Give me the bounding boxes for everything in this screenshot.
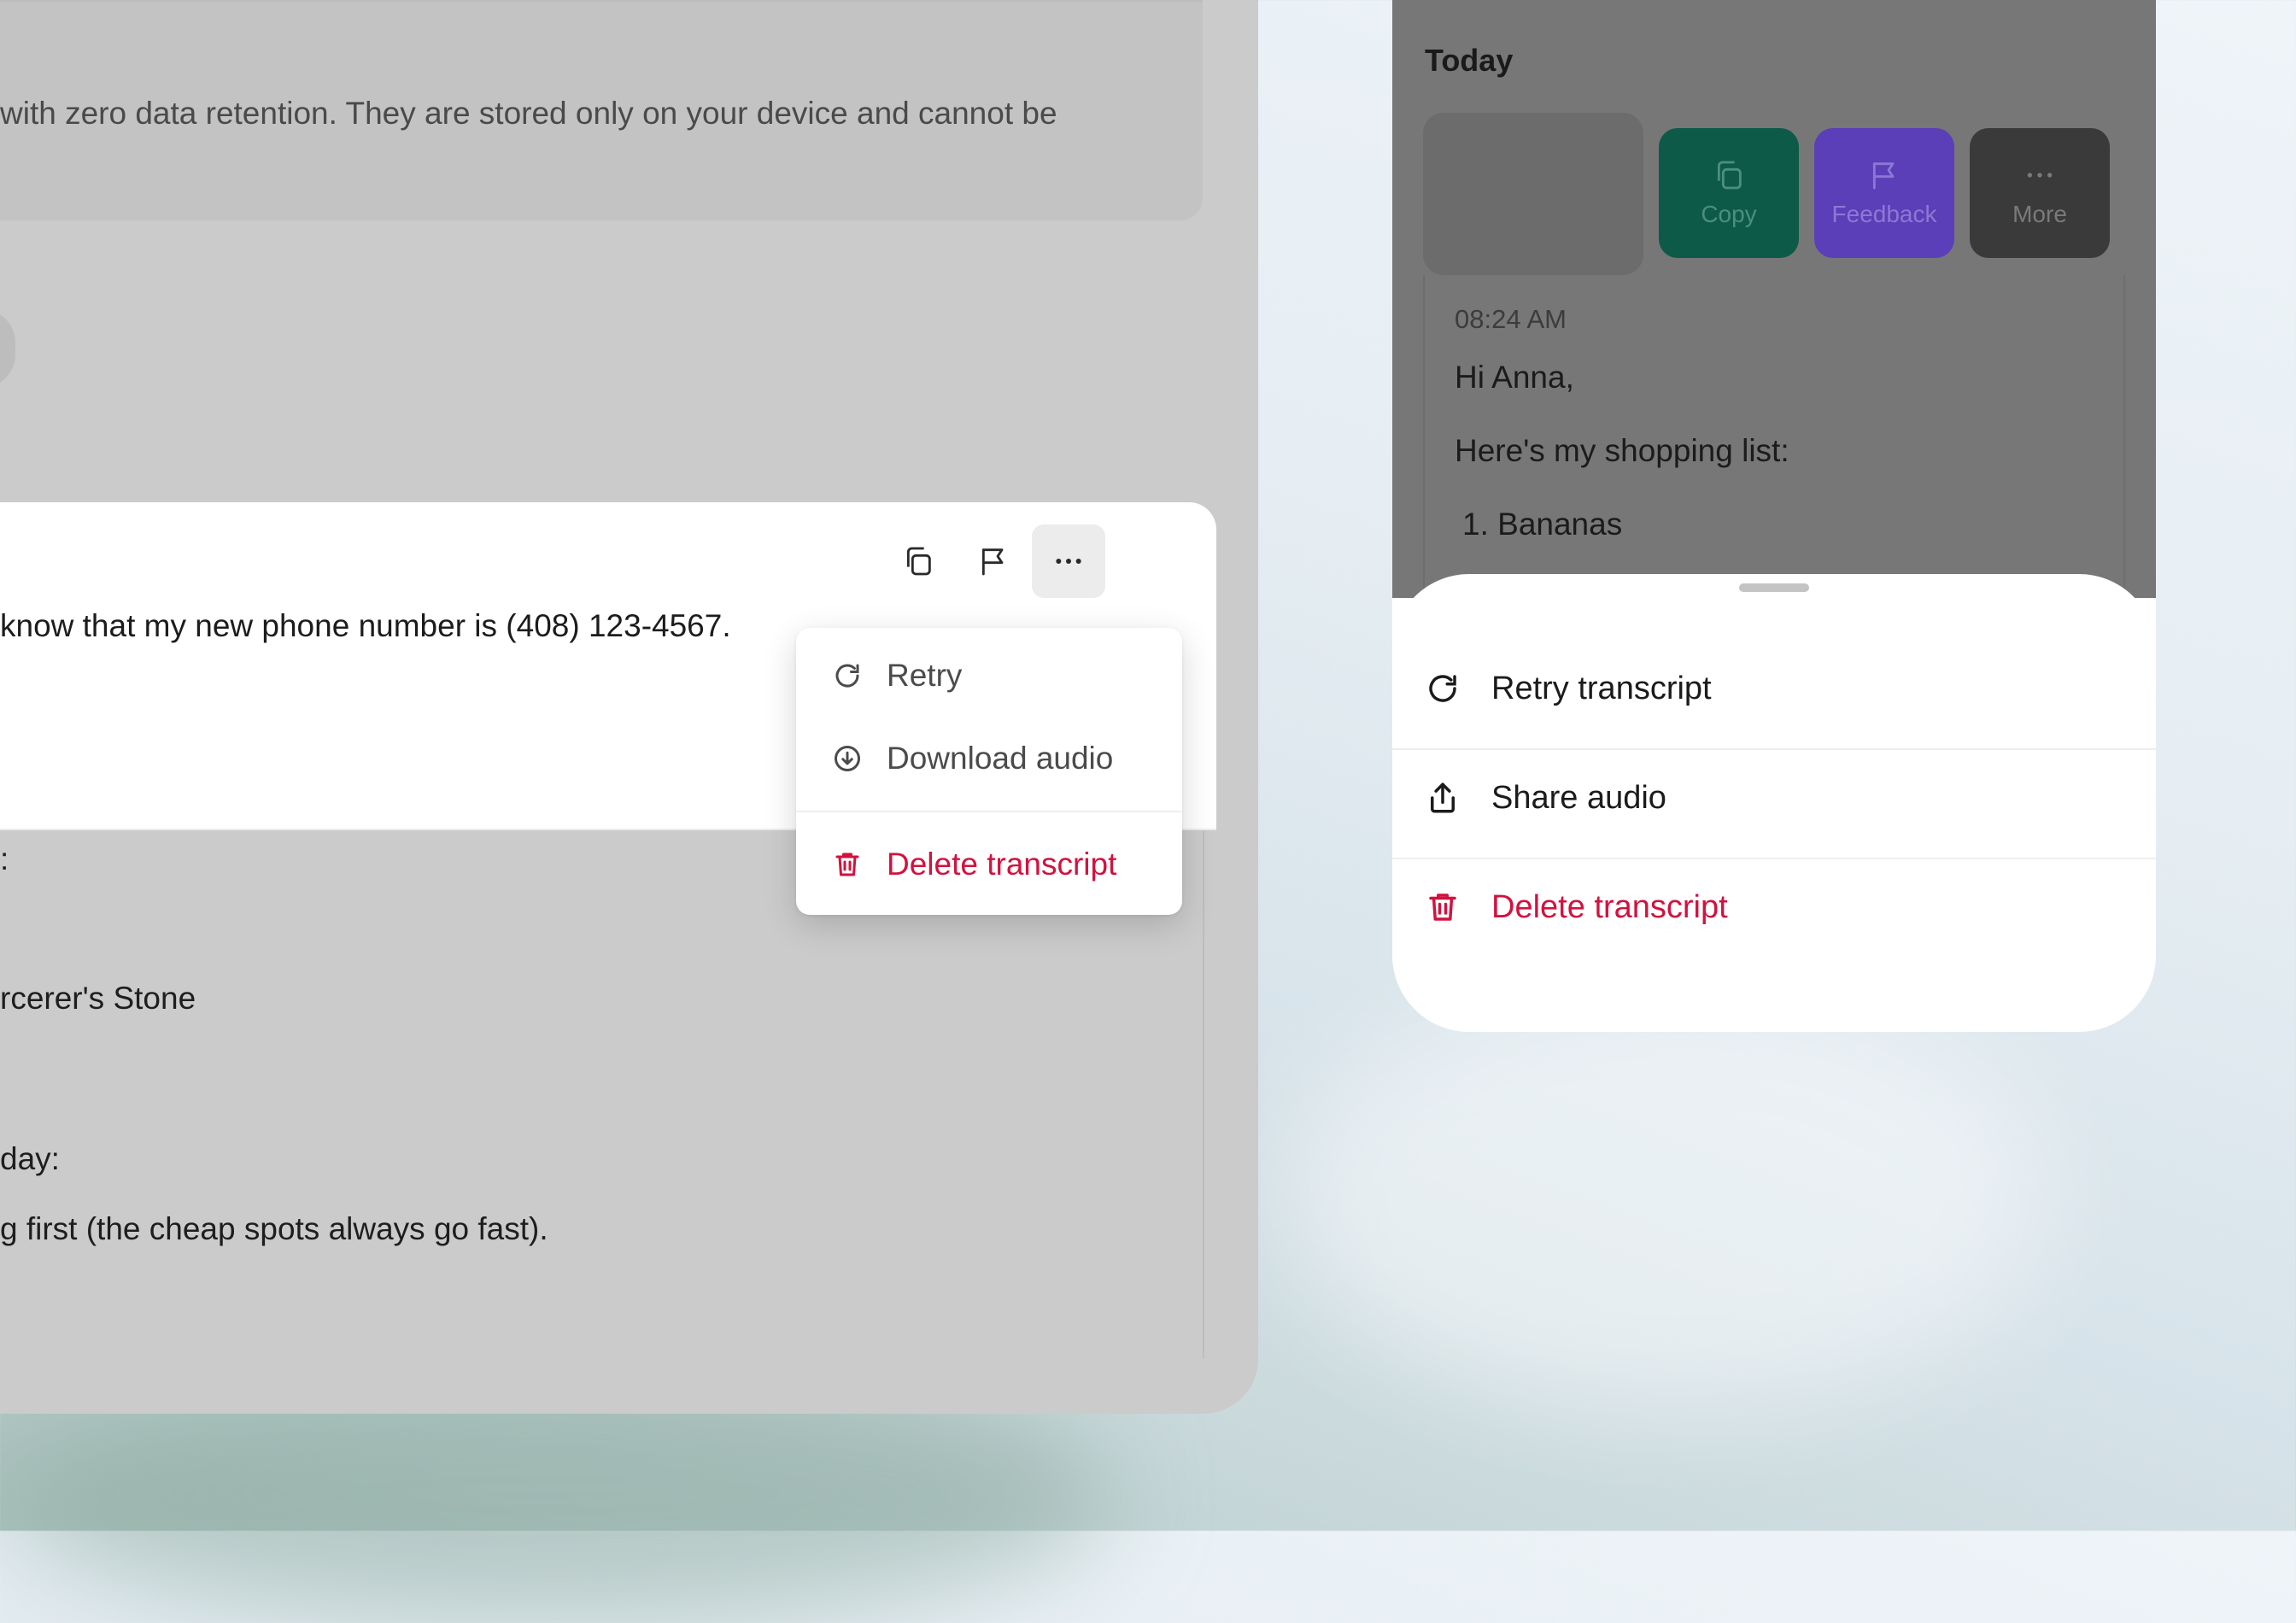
menu-item-retry[interactable]: Retry [796,637,1182,714]
menu-item-label: Download audio [887,741,1114,776]
card-border [2123,275,2125,600]
menu-item-label: Delete transcript [887,847,1117,882]
retry-icon [1429,675,1456,702]
sky-highlight [1281,982,2050,1409]
more-button[interactable] [1032,524,1105,598]
sheet-item-share-audio[interactable]: Share audio [1392,743,2156,853]
mobile-dimmed-content: Today Copy Feedback More 08:24 AM Hi Ann… [1392,0,2156,600]
menu-item-label: Retry [887,658,963,693]
transcript-line: g first (the cheap spots always go fast)… [0,1211,548,1246]
transcript-line: : [0,841,9,876]
menu-item-download-audio[interactable]: Download audio [796,720,1182,797]
share-icon [1431,782,1455,813]
entry-line: Hi Anna, [1455,360,1574,395]
menu-divider [796,811,1182,812]
action-label: More [2012,201,2067,227]
sheet-item-label: Retry transcript [1491,670,1712,706]
action-sheet: Retry transcript Share audio Delete tran… [1392,574,2156,1032]
privacy-notice: with zero data retention. They are store… [0,0,1203,220]
round-button[interactable] [0,309,15,388]
section-label: Today [1425,43,1514,78]
copy-icon [1717,161,1742,190]
notice-text: with zero data retention. They are store… [0,96,1057,131]
download-icon [835,746,860,771]
transcript-line: day: [0,1141,60,1176]
retry-icon [835,664,859,688]
action-label: Copy [1701,201,1757,227]
flag-icon [981,548,1004,576]
sheet-item-label: Delete transcript [1491,888,1728,925]
flag-button[interactable] [957,524,1030,598]
action-label: Feedback [1831,201,1937,227]
flag-icon [1872,162,1895,190]
entry-line: 1. Bananas [1462,507,1623,542]
trash-icon [1429,894,1456,921]
copy-action[interactable]: Copy [1659,128,1799,258]
card-border [1423,275,1425,600]
copy-icon [906,547,931,576]
sheet-grabber[interactable] [1739,583,1809,592]
sheet-item-label: Share audio [1491,779,1666,816]
entry-time: 08:24 AM [1455,304,1567,334]
swipe-slot [1423,113,1643,275]
transcript-line: rcerer's Stone [0,981,196,1016]
more-action[interactable]: More [1970,128,2110,258]
more-menu: Retry Download audio Delete transcript [796,628,1182,915]
trash-icon [835,853,859,876]
copy-button[interactable] [882,524,955,598]
menu-item-delete-transcript[interactable]: Delete transcript [796,826,1182,903]
sheet-item-retry-transcript[interactable]: Retry transcript [1392,634,2156,743]
sheet-item-delete-transcript[interactable]: Delete transcript [1392,853,2156,962]
feedback-action[interactable]: Feedback [1814,128,1954,258]
entry-text: know that my new phone number is (408) 1… [0,608,731,643]
ellipsis-icon [1056,559,1081,564]
entry-line: Here's my shopping list: [1455,433,1789,468]
mobile-panel: Today Copy Feedback More 08:24 AM Hi Ann… [1392,0,2156,1032]
ellipsis-icon [2027,173,2053,178]
